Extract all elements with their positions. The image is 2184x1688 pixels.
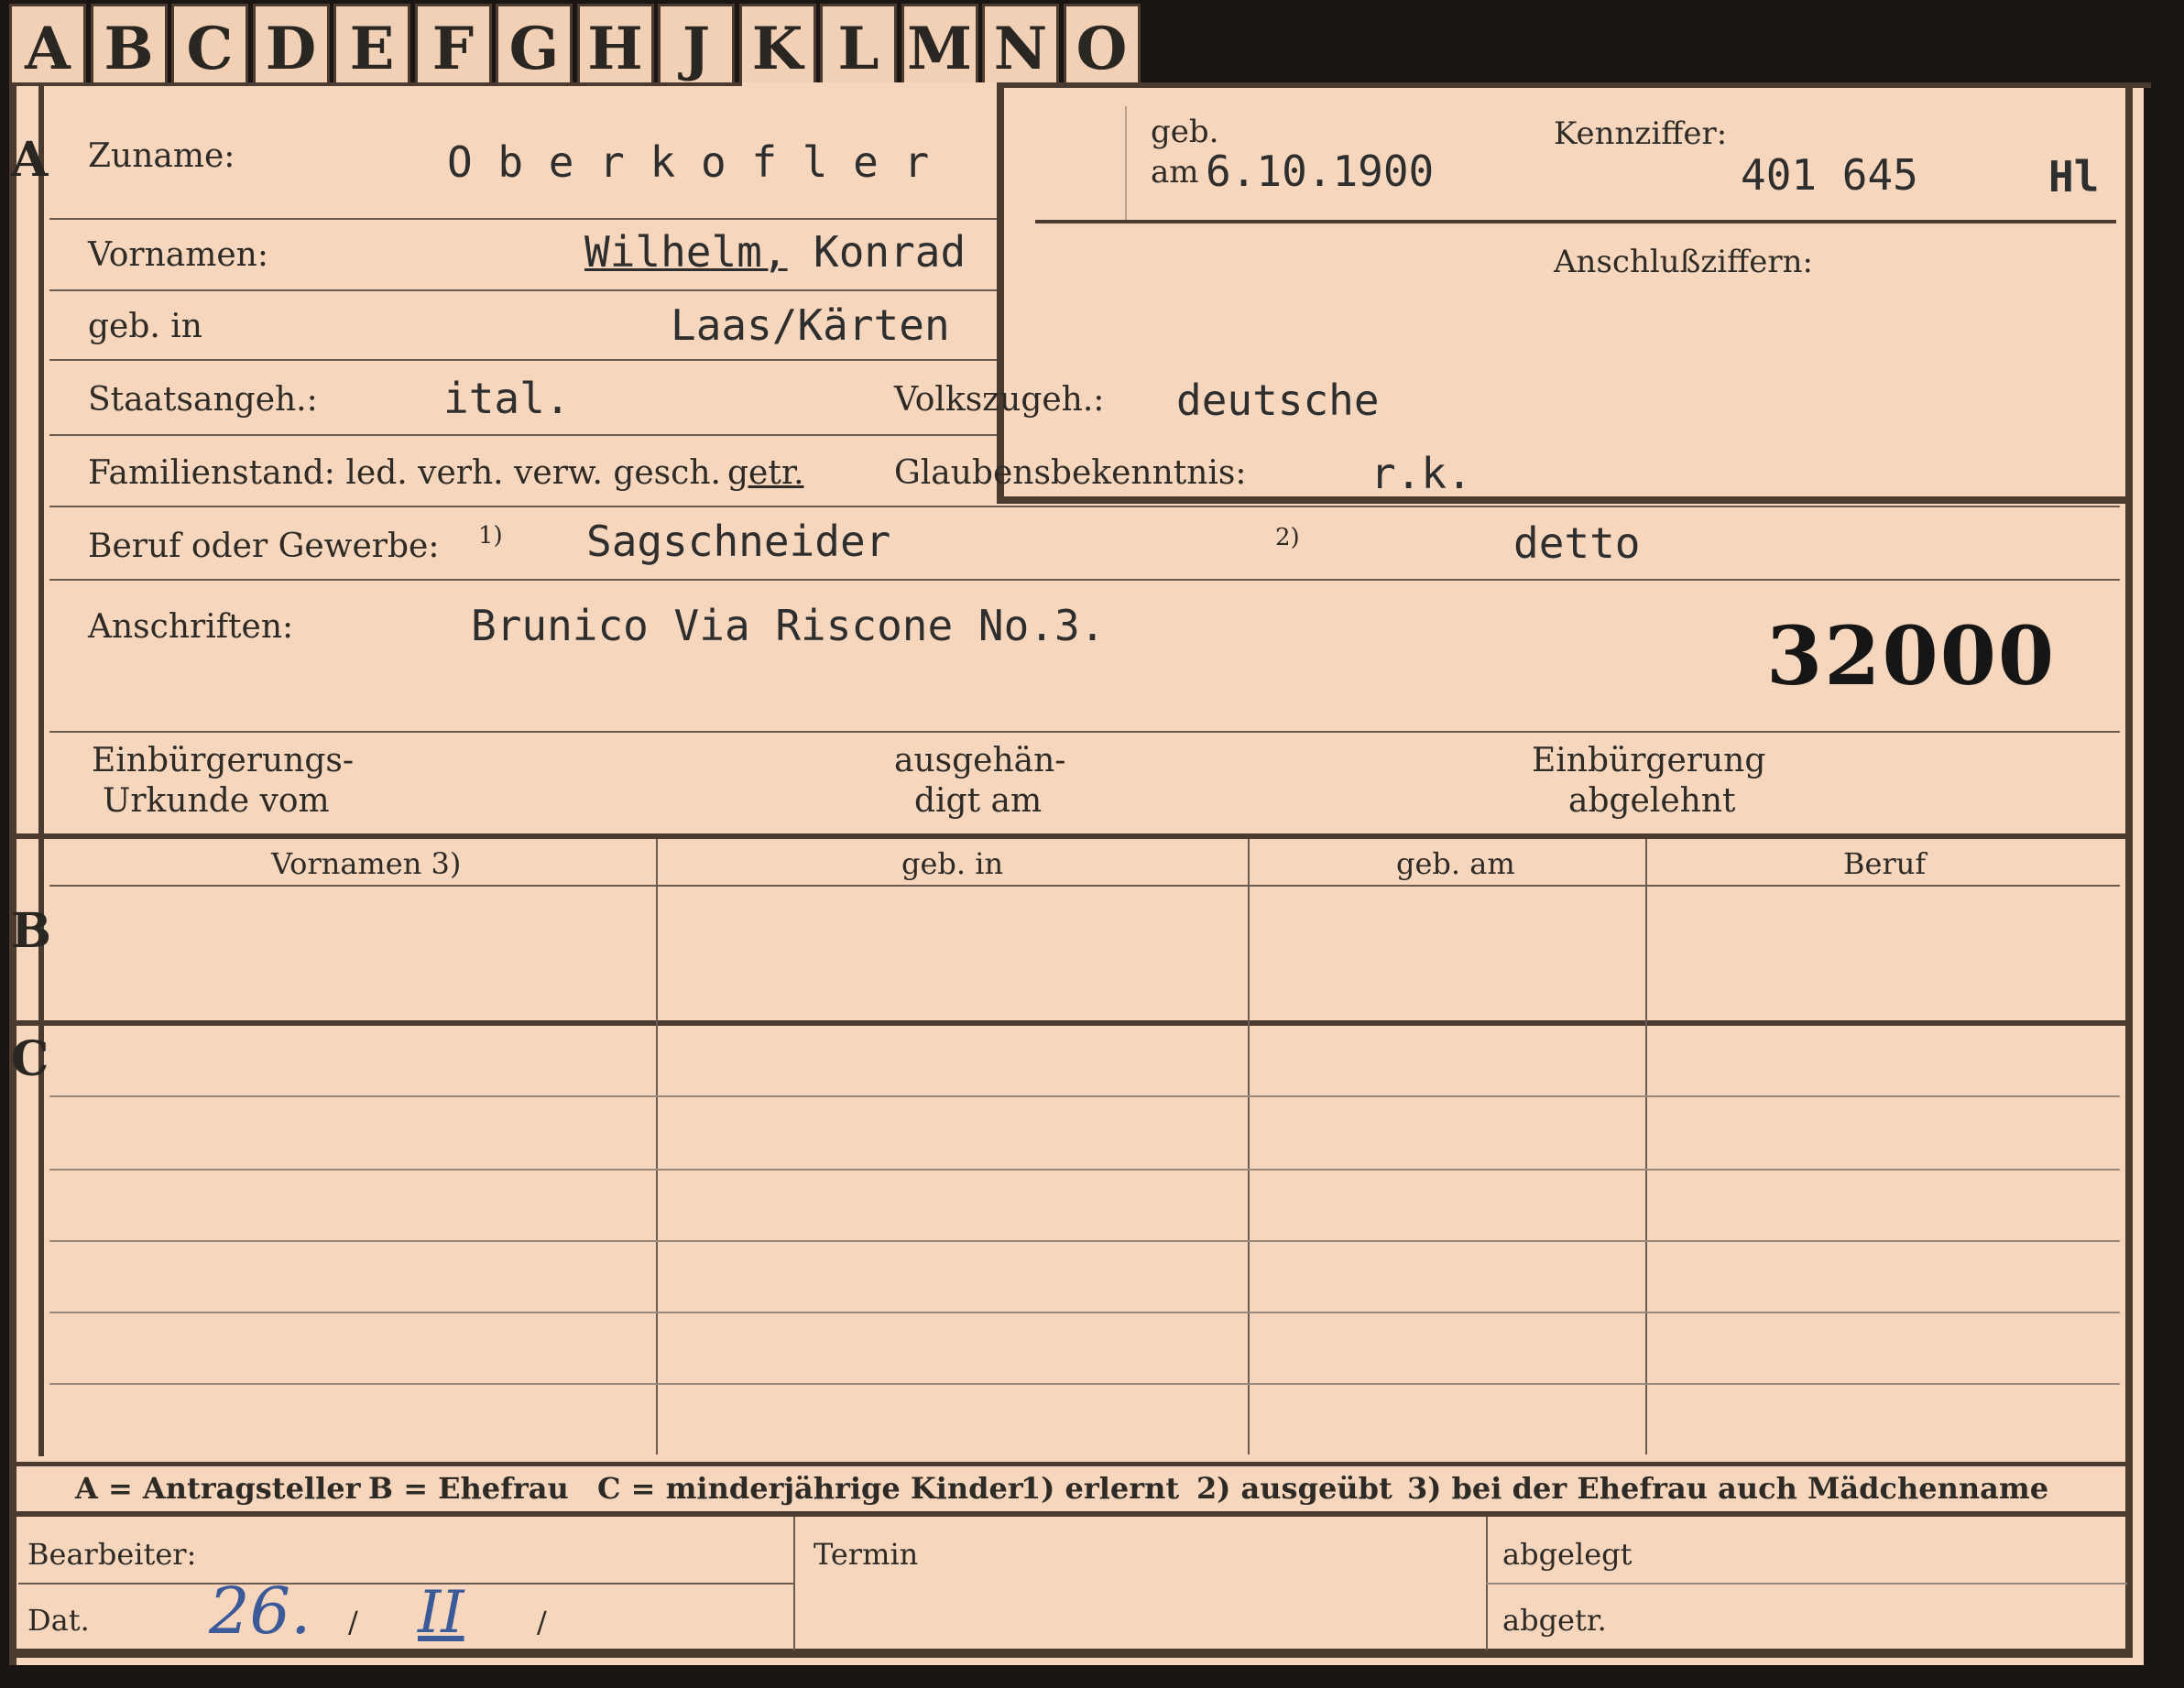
index-tab-f: F	[414, 4, 492, 95]
geb-label: geb.	[1151, 114, 1219, 150]
ausgehaendigt-label-1: ausgehän-	[894, 742, 1066, 779]
legend-note-3: 3) bei der Ehefrau auch Mädchenname	[1407, 1471, 2049, 1506]
familienstand-label: Familienstand: led. verh. verw. gesch.	[88, 454, 721, 492]
staatsangeh-value: ital.	[443, 374, 571, 423]
glaubensbekenntnis-value: r.k.	[1370, 449, 1472, 498]
table-header-geb-in: geb. in	[901, 846, 1004, 881]
stamp-number: 32000	[1766, 608, 2057, 703]
beruf-value-erlernt: Sagschneider	[586, 517, 891, 566]
glaubensbekenntnis-label: Glaubensbekenntnis:	[894, 454, 1247, 492]
einbuergerungsurkunde-label-2: Urkunde vom	[103, 782, 330, 820]
section-c-letter: C	[11, 1031, 49, 1087]
vornamen-value-1: Wilhelm,	[584, 227, 788, 277]
table-header-geb-am: geb. am	[1396, 846, 1515, 881]
index-tab-c: C	[171, 4, 248, 95]
vornamen-label: Vornamen:	[88, 236, 268, 274]
table-header-vornamen: Vornamen 3)	[271, 846, 462, 881]
section-a-letter: A	[11, 132, 49, 188]
kennziffer-value: 401 645	[1741, 150, 1918, 200]
volkszugeh-label: Volkszugeh.:	[894, 381, 1105, 419]
beruf-value-ausgeuebt: detto	[1513, 518, 1641, 568]
legend-b: B = Ehefrau	[368, 1471, 569, 1506]
kennziffer-code: Hl	[2048, 152, 2100, 201]
geb-am-value: 6.10.1900	[1206, 147, 1435, 196]
zuname-label: Zuname:	[88, 137, 235, 175]
index-tab-d: D	[252, 4, 330, 95]
legend-a: A = Antragsteller	[75, 1471, 361, 1506]
abgetr-label: abgetr.	[1502, 1603, 1607, 1638]
staatsangeh-label: Staatsangeh.:	[88, 381, 318, 419]
index-tab-j: J	[658, 4, 735, 95]
dat-separator-2: /	[537, 1605, 547, 1639]
index-tab-m: M	[901, 4, 978, 95]
index-tab-h: H	[576, 4, 654, 95]
am-label: am	[1151, 154, 1199, 191]
table-header-beruf: Beruf	[1843, 846, 1927, 881]
index-tab-l: L	[820, 4, 897, 95]
index-tab-o: O	[1063, 4, 1141, 95]
index-tab-b: B	[90, 4, 168, 95]
dat-month-handwritten: II	[418, 1579, 464, 1647]
anschlussziffern-label: Anschlußziffern:	[1554, 244, 1813, 280]
volkszugeh-value: deutsche	[1176, 376, 1380, 425]
abgelegt-label: abgelegt	[1502, 1537, 1633, 1572]
dat-day-handwritten: 26.	[209, 1574, 311, 1649]
index-tab-g: G	[496, 4, 573, 95]
familienstand-selected: getr.	[727, 454, 804, 492]
section-b-letter: B	[11, 903, 51, 959]
geb-in-value: Laas/Kärten	[671, 300, 950, 350]
beruf-note-2: 2)	[1275, 524, 1300, 551]
ausgehaendigt-label-2: digt am	[914, 782, 1043, 820]
legend-c: C = minderjährige Kinder	[597, 1471, 1023, 1506]
beruf-note-1: 1)	[478, 522, 503, 550]
geb-in-label: geb. in	[88, 308, 202, 345]
einbuergerung-abgelehnt-label-1: Einbürgerung	[1532, 742, 1766, 779]
bearbeiter-label: Bearbeiter:	[27, 1537, 197, 1572]
kennziffer-label: Kennziffer:	[1554, 115, 1728, 152]
index-tab-a: A	[9, 4, 86, 95]
einbuergerung-abgelehnt-label-2: abgelehnt	[1568, 782, 1736, 820]
termin-label: Termin	[814, 1537, 919, 1572]
anschriften-value: Brunico Via Riscone No.3.	[471, 601, 1106, 650]
dat-separator-1: /	[348, 1605, 358, 1639]
dat-label: Dat.	[27, 1603, 90, 1638]
index-tab-e: E	[333, 4, 410, 95]
beruf-label: Beruf oder Gewerbe:	[88, 528, 440, 565]
vornamen-value-2: Konrad	[814, 227, 966, 277]
zuname-value: O b e r k o f l e r	[447, 137, 930, 187]
legend-note-1: 1) erlernt	[1021, 1471, 1180, 1506]
index-tab-k: K	[738, 4, 816, 95]
anschriften-label: Anschriften:	[88, 608, 294, 646]
index-tab-n: N	[982, 4, 1059, 95]
legend-note-2: 2) ausgeübt	[1196, 1471, 1392, 1506]
einbuergerungsurkunde-label-1: Einbürgerungs-	[92, 742, 355, 779]
